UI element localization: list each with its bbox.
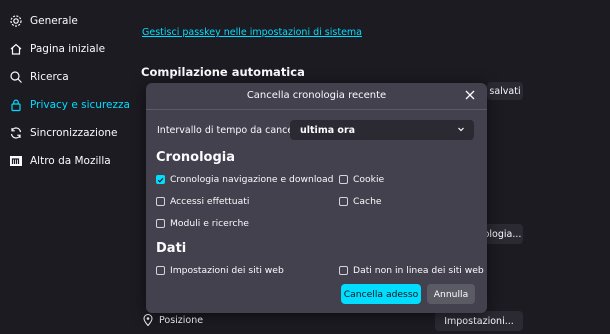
option-cache[interactable]: Cache: [339, 196, 382, 207]
saved-button[interactable]: salvati: [487, 82, 523, 100]
option-label: Cookie: [353, 174, 385, 185]
option-forms[interactable]: Moduli e ricerche: [156, 218, 249, 229]
passkey-link[interactable]: Gestisci passkey nelle impostazioni di s…: [142, 27, 362, 38]
checkbox[interactable]: [339, 175, 348, 184]
clear-history-dialog: Cancella cronologia recente Intervallo d…: [146, 83, 487, 313]
data-heading: Dati: [156, 241, 187, 256]
option-cookie[interactable]: Cookie: [339, 174, 384, 185]
autofill-heading: Compilazione automatica: [141, 65, 305, 79]
option-label: Cache: [353, 196, 382, 207]
sidebar-item-sincronizzazione[interactable]: Sincronizzazione: [8, 121, 118, 145]
sidebar: Generale Pagina iniziale Ricerca Privacy…: [0, 0, 130, 334]
mozilla-icon: [8, 153, 24, 169]
close-button[interactable]: [461, 87, 479, 105]
chevron-down-icon: [456, 124, 466, 137]
sidebar-item-altro-mozilla[interactable]: Altro da Mozilla: [8, 149, 111, 173]
sidebar-item-label: Ricerca: [30, 71, 69, 83]
checkbox[interactable]: [156, 197, 165, 206]
option-offline-data[interactable]: Dati non in linea dei siti web: [339, 265, 484, 276]
option-label: Cronologia navigazione e download: [170, 174, 334, 185]
cronologia-button[interactable]: ologia...: [482, 224, 523, 244]
sidebar-item-privacy[interactable]: Privacy e sicurezza: [8, 93, 130, 117]
sidebar-item-pagina-iniziale[interactable]: Pagina iniziale: [8, 37, 105, 61]
checkbox[interactable]: [339, 266, 348, 275]
checkbox[interactable]: [339, 197, 348, 206]
option-label: Dati non in linea dei siti web: [353, 265, 484, 276]
sidebar-item-label: Sincronizzazione: [30, 127, 118, 139]
time-range-select[interactable]: ultima ora: [290, 120, 474, 140]
option-label: Moduli e ricerche: [170, 218, 249, 229]
option-label: Impostazioni dei siti web: [170, 265, 284, 276]
checkbox-checked[interactable]: [156, 175, 165, 184]
close-icon: [465, 90, 475, 103]
sidebar-item-label: Privacy e sicurezza: [30, 99, 130, 111]
history-heading: Cronologia: [156, 150, 235, 165]
sync-icon: [8, 125, 24, 141]
lock-icon: [8, 97, 24, 113]
option-label: Accessi effettuati: [170, 196, 250, 207]
checkbox[interactable]: [156, 266, 165, 275]
dialog-divider: [146, 109, 487, 110]
clear-now-button[interactable]: Cancella adesso: [341, 284, 421, 304]
sidebar-item-label: Pagina iniziale: [30, 43, 106, 55]
sidebar-item-ricerca[interactable]: Ricerca: [8, 65, 69, 89]
option-site-settings[interactable]: Impostazioni dei siti web: [156, 265, 284, 276]
dialog-title: Cancella cronologia recente: [246, 90, 387, 101]
option-browsing-history[interactable]: Cronologia navigazione e download: [156, 174, 333, 185]
location-icon: [143, 314, 153, 327]
sidebar-item-generale[interactable]: Generale: [8, 9, 78, 33]
settings-button[interactable]: Impostazioni...: [435, 311, 523, 331]
checkbox[interactable]: [156, 219, 165, 228]
home-icon: [8, 41, 24, 57]
cancel-button[interactable]: Annulla: [427, 284, 475, 304]
search-icon: [8, 69, 24, 85]
position-label: Posizione: [159, 315, 204, 326]
sidebar-item-label: Altro da Mozilla: [30, 155, 111, 167]
sidebar-item-label: Generale: [30, 15, 78, 27]
time-range-value: ultima ora: [300, 124, 356, 136]
option-logins[interactable]: Accessi effettuati: [156, 196, 249, 207]
gear-icon: [8, 13, 24, 29]
